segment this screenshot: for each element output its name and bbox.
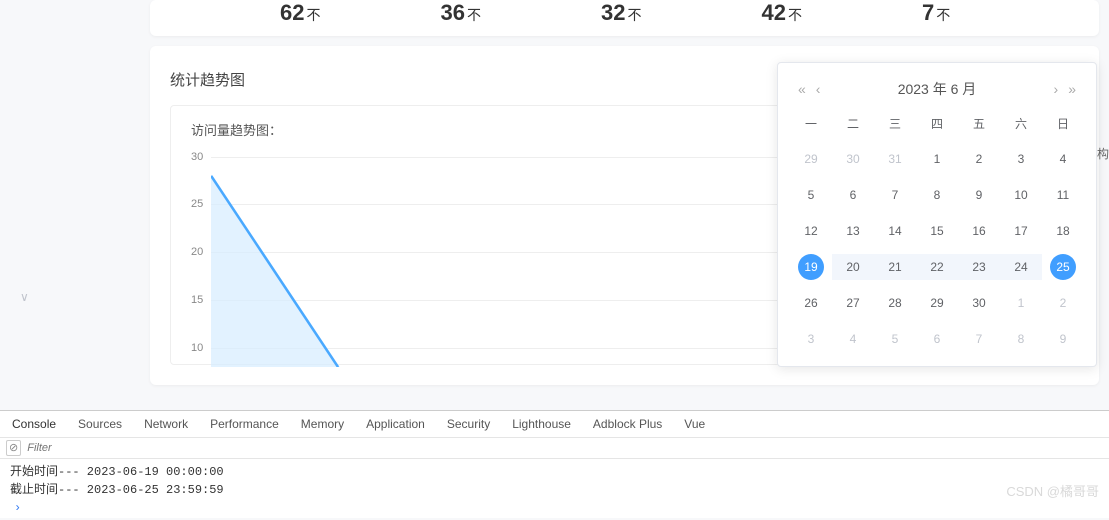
stat-unit: 不 — [936, 7, 950, 23]
console-filter-input[interactable] — [27, 442, 1103, 454]
calendar-day[interactable]: 16 — [966, 218, 992, 244]
stat-item: 7不 — [922, 0, 950, 26]
stat-value: 36 — [440, 0, 464, 25]
calendar-day[interactable]: 6 — [924, 326, 950, 352]
calendar-day[interactable]: 4 — [1050, 146, 1076, 172]
stat-value: 7 — [922, 0, 934, 25]
stat-value: 62 — [280, 0, 304, 25]
calendar-day[interactable]: 3 — [1008, 146, 1034, 172]
y-tick: 15 — [191, 294, 203, 306]
devtools-tab-security[interactable]: Security — [447, 415, 490, 433]
watermark: CSDN @橘哥哥 — [1006, 481, 1099, 500]
calendar-day[interactable]: 6 — [840, 182, 866, 208]
calendar-day[interactable]: 1 — [1008, 290, 1034, 316]
calendar-day[interactable]: 10 — [1008, 182, 1034, 208]
console-log-line: 截止时间--- 2023-06-25 23:59:59 — [10, 481, 1099, 499]
devtools-tab-adblock-plus[interactable]: Adblock Plus — [593, 415, 662, 433]
calendar-day[interactable]: 15 — [924, 218, 950, 244]
weekday-header: 四 — [916, 109, 958, 138]
chevron-down-icon[interactable]: ∨ — [20, 290, 29, 304]
weekday-header: 日 — [1042, 109, 1084, 138]
calendar-day[interactable]: 24 — [1000, 254, 1042, 280]
calendar-day[interactable]: 1 — [924, 146, 950, 172]
stat-value: 42 — [761, 0, 785, 25]
calendar-day[interactable]: 20 — [832, 254, 874, 280]
console-prompt[interactable]: › — [10, 499, 1099, 517]
devtools-tab-application[interactable]: Application — [366, 415, 425, 433]
stat-value: 32 — [601, 0, 625, 25]
calendar-day[interactable]: 29 — [798, 146, 824, 172]
stats-card: 62不36不32不42不7不 — [150, 0, 1099, 36]
stat-unit: 不 — [627, 7, 641, 23]
devtools-tab-sources[interactable]: Sources — [78, 415, 122, 433]
stat-item: 42不 — [761, 0, 801, 26]
calendar-day[interactable]: 12 — [798, 218, 824, 244]
calendar-day[interactable]: 23 — [958, 254, 1000, 280]
calendar-day[interactable]: 19 — [798, 254, 824, 280]
devtools-tab-network[interactable]: Network — [144, 415, 188, 433]
stat-unit: 不 — [306, 7, 320, 23]
next-year-icon[interactable]: » — [1068, 81, 1076, 97]
calendar-day[interactable]: 3 — [798, 326, 824, 352]
weekday-header: 五 — [958, 109, 1000, 138]
y-tick: 20 — [191, 246, 203, 258]
calendar-day[interactable]: 14 — [882, 218, 908, 244]
devtools-tab-console[interactable]: Console — [12, 415, 56, 433]
calendar-day[interactable]: 2 — [1050, 290, 1076, 316]
stat-item: 62不 — [280, 0, 320, 26]
next-month-icon[interactable]: › — [1054, 81, 1059, 97]
prev-year-icon[interactable]: « — [798, 81, 806, 97]
calendar-day[interactable]: 13 — [840, 218, 866, 244]
calendar-day[interactable]: 21 — [874, 254, 916, 280]
datepicker-title: 2023 年 6 月 — [898, 79, 977, 99]
y-tick: 10 — [191, 342, 203, 354]
calendar-day[interactable]: 8 — [1008, 326, 1034, 352]
calendar-day[interactable]: 2 — [966, 146, 992, 172]
calendar-day[interactable]: 11 — [1050, 182, 1076, 208]
weekday-header: 三 — [874, 109, 916, 138]
calendar-day[interactable]: 30 — [840, 146, 866, 172]
calendar-day[interactable]: 26 — [798, 290, 824, 316]
devtools-tab-lighthouse[interactable]: Lighthouse — [512, 415, 571, 433]
calendar-day[interactable]: 7 — [882, 182, 908, 208]
calendar-day[interactable]: 17 — [1008, 218, 1034, 244]
console-log-line: 开始时间--- 2023-06-19 00:00:00 — [10, 463, 1099, 481]
weekday-header: 二 — [832, 109, 874, 138]
calendar-day[interactable]: 31 — [882, 146, 908, 172]
stat-unit: 不 — [788, 7, 802, 23]
calendar-day[interactable]: 27 — [840, 290, 866, 316]
calendar-day[interactable]: 5 — [882, 326, 908, 352]
stat-item: 36不 — [440, 0, 480, 26]
devtools-tab-performance[interactable]: Performance — [210, 415, 279, 433]
clear-console-icon[interactable]: ⊘ — [6, 440, 21, 456]
stat-item: 32不 — [601, 0, 641, 26]
calendar-day[interactable]: 18 — [1050, 218, 1076, 244]
y-tick: 30 — [191, 151, 203, 163]
devtools-tab-memory[interactable]: Memory — [301, 415, 344, 433]
calendar-day[interactable]: 8 — [924, 182, 950, 208]
date-picker-popup: « ‹ 2023 年 6 月 › » 一二三四五六日29303112345678… — [777, 62, 1097, 367]
calendar-day[interactable]: 9 — [1050, 326, 1076, 352]
devtools-tab-vue[interactable]: Vue — [684, 415, 705, 433]
calendar-day[interactable]: 30 — [966, 290, 992, 316]
prev-month-icon[interactable]: ‹ — [816, 81, 821, 97]
panel-title: 统计趋势图 — [170, 69, 245, 90]
weekday-header: 六 — [1000, 109, 1042, 138]
calendar-day[interactable]: 29 — [924, 290, 950, 316]
y-tick: 25 — [191, 198, 203, 210]
devtools-panel: Console Sources Network Performance Memory Ap… — [0, 410, 1109, 518]
calendar-day[interactable]: 4 — [840, 326, 866, 352]
calendar-day[interactable]: 22 — [916, 254, 958, 280]
calendar-day[interactable]: 28 — [882, 290, 908, 316]
weekday-header: 一 — [790, 109, 832, 138]
calendar-day[interactable]: 5 — [798, 182, 824, 208]
calendar-day[interactable]: 7 — [966, 326, 992, 352]
calendar-day[interactable]: 9 — [966, 182, 992, 208]
calendar-day[interactable]: 25 — [1050, 254, 1076, 280]
stat-unit: 不 — [467, 7, 481, 23]
